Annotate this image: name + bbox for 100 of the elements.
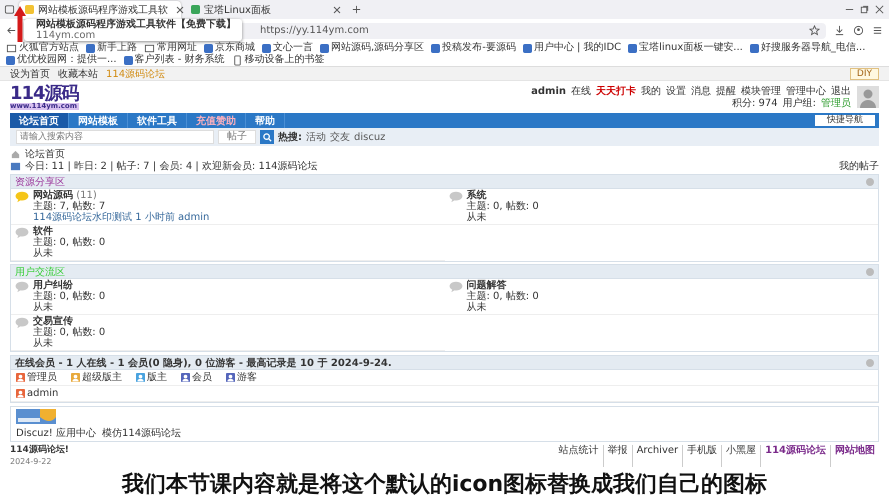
tab-favicon-icon [191,5,200,14]
breadcrumb-link[interactable]: 论坛首页 [25,147,65,161]
footer-link[interactable]: 举报 [602,445,632,467]
browser-tab[interactable]: 宝塔Linux面板 [185,0,347,18]
last-post: 从未 [33,338,54,349]
forum-name-link[interactable]: 网站源码 [33,190,73,201]
back-icon[interactable] [6,25,17,36]
bookmark-item[interactable]: 京东商城 [204,42,255,54]
forum-name-link[interactable]: 用户纠纷 [33,280,73,291]
last-post: 从未 [33,302,54,313]
forum-stats: 主题: 7, 帖数: 7 [33,201,106,212]
user-menu-link[interactable]: 提醒 [716,86,736,96]
restore-icon[interactable] [859,4,870,15]
legend-label: 超级版主 [82,372,122,383]
footer-link[interactable]: Archiver [632,445,682,467]
site-favicon-icon [750,44,759,52]
bookmark-item[interactable]: 移动设备上的书签 [232,54,325,66]
forum-name-link[interactable]: 交易宣传 [33,316,73,327]
star-icon[interactable] [809,25,820,36]
diy-button[interactable]: DIY [850,68,879,80]
bookmark-item[interactable]: 好搜服务器导航_电信... [750,42,866,54]
forum-count: (11) [76,190,97,201]
phone-icon [232,54,243,66]
group-link[interactable]: 管理员 [821,98,851,108]
points-link[interactable]: 积分: 974 [732,98,778,108]
bookmark-item[interactable]: 文心一言 [262,42,313,54]
user-menu-link[interactable]: 退出 [831,86,851,96]
site-favicon-icon [124,56,133,64]
bookmark-item[interactable]: 火狐官方站点 [6,42,79,54]
site-favicon-icon [320,44,329,52]
bookmark-item[interactable]: 优优校园网：提供一... [6,54,117,66]
menu-icon[interactable] [872,25,883,36]
user-menu-link[interactable]: 模块管理 [741,86,781,96]
site-favicon-icon [628,44,638,52]
download-icon[interactable] [834,25,845,36]
my-posts-link[interactable]: 我的帖子 [839,159,879,173]
close-icon[interactable] [874,4,885,15]
site-favicon-icon [6,56,15,64]
legend-label: 游客 [237,372,257,383]
friend-link[interactable]: Discuz! 应用中心 [16,428,96,439]
username-link[interactable]: admin [531,86,566,96]
hot-search-label: 热搜: [278,130,302,144]
last-post[interactable]: 114源码论坛水印测试 1 小时前 admin [33,212,210,223]
forum-stats: 主题: 0, 帖数: 0 [466,201,539,212]
folder-icon [6,42,17,54]
user-menu-link[interactable]: 管理中心 [786,86,826,96]
bookmark-item[interactable]: 宝塔linux面板一键安... [628,42,743,54]
friend-link[interactable]: 模仿114源码论坛 [102,428,182,439]
legend-label: 版主 [147,372,167,383]
tab-list-icon[interactable] [4,4,15,15]
online-title: 在线会员 - 1 人在线 - 1 会员(0 隐身), 0 位游客 - 最高记录是 10 于 2024-9-24. [15,356,392,370]
folder-icon [144,42,155,54]
bookmark-item[interactable]: 客户列表 - 财务系统 [124,54,225,66]
section-title[interactable]: 资源分享区 [15,174,65,188]
tab-tooltip: 网站模板源码程序游戏工具软件【免费下载】 114ym.com [24,19,242,41]
forum-name-link[interactable]: 系统 [466,190,486,201]
search-field[interactable]: 请输入搜索内容 [16,130,214,144]
footer-link[interactable]: 114源码论坛 [760,445,830,467]
video-caption: 我们本节课内容就是将这个默认的icon图标替换成我们自己的图标 [122,471,768,498]
forum-name-link[interactable]: 软件 [33,226,53,237]
footer-site-name: 114源码论坛! [10,445,69,455]
search-button[interactable] [260,130,274,144]
top-link[interactable]: 设为首页 [10,66,50,80]
new-tab-icon[interactable] [351,4,362,15]
footer-link[interactable]: 小黑屋 [721,445,760,467]
footer-link[interactable]: 网站地图 [830,445,879,467]
online-status: 在线 [571,86,591,96]
forum-name-link[interactable]: 问题解答 [466,280,506,291]
legend-label: 管理员 [27,372,57,383]
bookmark-item[interactable]: 新手上路 [86,42,137,54]
quick-nav-button[interactable]: 快捷导航 [815,115,875,126]
hot-search-link[interactable]: discuz [354,132,386,142]
bookmark-item[interactable]: 网站源码,源码分享区 [320,42,424,54]
bookmark-item[interactable]: 投稿发布-要源码 [431,42,516,54]
bookmark-item[interactable]: 常用网址 [144,42,197,54]
group-label: 用户组: [782,98,816,108]
user-menu-link[interactable]: 我的 [641,86,661,96]
hot-search-link[interactable]: 交友 [330,130,350,144]
site-favicon-icon [86,44,95,52]
online-user-link[interactable]: admin [27,388,58,399]
footer-link[interactable]: 手机版 [682,445,722,467]
arrow-drawing [14,6,26,42]
hot-search-link[interactable]: 活动 [306,130,326,144]
site-favicon-icon [204,44,213,52]
site-favicon-icon [262,44,271,52]
search-scope-dropdown[interactable]: 帖子 [218,130,256,144]
user-menu-link[interactable]: 设置 [666,86,686,96]
forum-stats: 今日: 11 | 昨日: 2 | 帖子: 7 | 会员: 4 | 欢迎新会员: 114源码论坛 [25,160,318,173]
browser-tab[interactable]: 网站模板源码程序游戏工具软 [19,0,181,18]
footer-link[interactable]: 站点统计 [554,445,603,467]
tab-favicon-icon [25,5,34,14]
account-icon[interactable] [853,25,864,36]
top-link[interactable]: 收藏本站 [58,66,98,80]
close-tab-icon[interactable] [333,6,341,14]
close-tab-icon[interactable] [176,6,184,14]
nav-tab[interactable]: 论坛首页 [10,113,69,128]
bookmark-item[interactable]: 用户中心 | 我的IDC [522,42,622,54]
user-menu-link[interactable]: 消息 [691,86,711,96]
checkin-link[interactable]: 天天打卡 [596,86,636,96]
forum-stats: 主题: 0, 帖数: 0 [466,291,539,302]
